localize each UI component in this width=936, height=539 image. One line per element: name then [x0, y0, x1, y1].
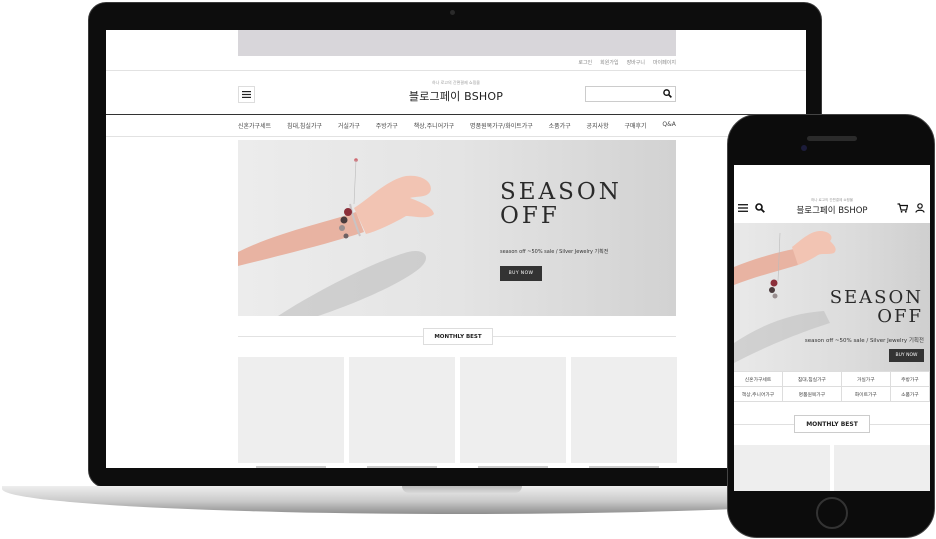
- product-caption: [478, 466, 548, 468]
- logo-tagline: 하나 로고의 간편결제 쇼핑몰: [432, 80, 480, 85]
- nav-item[interactable]: 침대,침실가구: [287, 121, 322, 130]
- product-caption: [367, 466, 437, 468]
- nav-item[interactable]: 책상,주니어가구: [414, 121, 455, 130]
- category-item[interactable]: 신혼가구세트: [734, 372, 783, 387]
- mobile-hero-title: SEASON OFF: [830, 288, 923, 327]
- search-icon[interactable]: [755, 203, 765, 213]
- product-thumbnail[interactable]: [734, 445, 830, 491]
- product-caption: [589, 466, 659, 468]
- home-button[interactable]: [816, 497, 848, 529]
- mobile-logo-text: 블로그페이 BSHOP: [796, 206, 868, 216]
- hero-subtitle: season off ~50% sale / Silver Jewelry 기획…: [500, 249, 609, 255]
- product-thumbnail[interactable]: [571, 357, 677, 463]
- menu-button[interactable]: [238, 86, 255, 103]
- user-icon[interactable]: [915, 203, 925, 213]
- mobile-logo-tagline: 하나 로고의 간편결제 쇼핑몰: [811, 198, 853, 202]
- product-thumbnail[interactable]: [834, 445, 930, 491]
- cart-link[interactable]: 장바구니: [627, 59, 645, 66]
- phone-speaker: [807, 136, 857, 141]
- hero-title: SEASON OFF: [500, 180, 622, 228]
- logo-text: 블로그페이 BSHOP: [408, 90, 504, 103]
- nav-item[interactable]: 주방가구: [376, 121, 398, 130]
- nav-item[interactable]: Q&A: [662, 121, 676, 130]
- product-caption: [256, 466, 326, 468]
- category-item[interactable]: 소품가구: [890, 387, 930, 402]
- product-thumbnail[interactable]: [238, 357, 344, 463]
- mobile-hero-title-line2: OFF: [877, 305, 923, 327]
- category-item[interactable]: 거실가구: [841, 372, 891, 387]
- category-item[interactable]: 책상,주니어가구: [734, 387, 783, 402]
- search-input[interactable]: [585, 86, 676, 102]
- mobile-hero-subtitle: season off ~50% sale / Silver Jewelry 기획…: [804, 338, 924, 344]
- category-item[interactable]: 침대,침실가구: [783, 372, 842, 387]
- phone-frame: 하나 로고의 간편결제 쇼핑몰 블로그페이 BSHOP SEASON OFF s…: [727, 114, 935, 538]
- product-thumbnail[interactable]: [460, 357, 566, 463]
- signup-link[interactable]: 회원가입: [600, 59, 618, 66]
- mobile-category-grid: 신혼가구세트 침대,침실가구 거실가구 주방가구 책상,주니어가구 명품원목가구…: [734, 371, 930, 402]
- logo[interactable]: 하나 로고의 간편결제 쇼핑몰 블로그페이 BSHOP: [356, 80, 556, 104]
- nav-item[interactable]: 명품원목가구/화이트가구: [470, 121, 533, 130]
- mobile-logo[interactable]: 하나 로고의 간편결제 쇼핑몰 블로그페이 BSHOP: [782, 198, 882, 216]
- hero-title-line1: SEASON: [500, 179, 622, 205]
- cart-icon[interactable]: [897, 203, 908, 213]
- mypage-link[interactable]: 마이페이지: [653, 59, 676, 66]
- desktop-site: 로그인 회원가입 장바구니 마이페이지 하나 로고의 간편결제 쇼핑몰 블로그페…: [106, 30, 806, 468]
- mobile-monthly-best-title: MONTHLY BEST: [794, 415, 870, 433]
- laptop-camera: [450, 10, 455, 15]
- nav-item[interactable]: 신혼가구세트: [238, 121, 271, 130]
- nav-top-divider: [106, 114, 806, 115]
- mobile-buy-now-button[interactable]: BUY NOW: [889, 349, 924, 362]
- hero-banner[interactable]: SEASON OFF season off ~50% sale / Silver…: [238, 140, 676, 316]
- login-link[interactable]: 로그인: [578, 59, 592, 66]
- mobile-hero-banner[interactable]: SEASON OFF season off ~50% sale / Silver…: [734, 223, 930, 371]
- product-thumbnail[interactable]: [349, 357, 455, 463]
- nav-item[interactable]: 공지사항: [587, 121, 609, 130]
- nav-bottom-divider: [106, 136, 806, 137]
- buy-now-button[interactable]: BUY NOW: [500, 266, 542, 281]
- hamburger-menu-icon: [242, 91, 251, 98]
- hamburger-menu-icon[interactable]: [738, 204, 748, 212]
- monthly-best-title: MONTHLY BEST: [423, 328, 493, 345]
- mobile-header: 하나 로고의 간편결제 쇼핑몰 블로그페이 BSHOP: [734, 165, 930, 223]
- mobile-site: 하나 로고의 간편결제 쇼핑몰 블로그페이 BSHOP SEASON OFF s…: [734, 165, 930, 491]
- laptop-frame: 로그인 회원가입 장바구니 마이페이지 하나 로고의 간편결제 쇼핑몰 블로그페…: [88, 2, 822, 488]
- top-banner[interactable]: [238, 30, 676, 56]
- category-item[interactable]: 명품원목가구: [783, 387, 842, 402]
- hero-title-line2: OFF: [500, 203, 560, 230]
- hero-image: [238, 158, 434, 316]
- laptop-notch: [402, 486, 522, 493]
- category-item[interactable]: 주방가구: [890, 372, 930, 387]
- nav-item[interactable]: 구매후기: [624, 121, 646, 130]
- nav-item[interactable]: 소품가구: [549, 121, 571, 130]
- main-nav: 신혼가구세트 침대,침실가구 거실가구 주방가구 책상,주니어가구 명품원목가구…: [238, 121, 676, 130]
- nav-item[interactable]: 거실가구: [338, 121, 360, 130]
- search-icon[interactable]: [663, 89, 672, 98]
- category-item[interactable]: 화이트가구: [841, 387, 891, 402]
- utility-links: 로그인 회원가입 장바구니 마이페이지: [578, 59, 676, 66]
- divider: [106, 70, 806, 71]
- phone-camera: [801, 145, 807, 151]
